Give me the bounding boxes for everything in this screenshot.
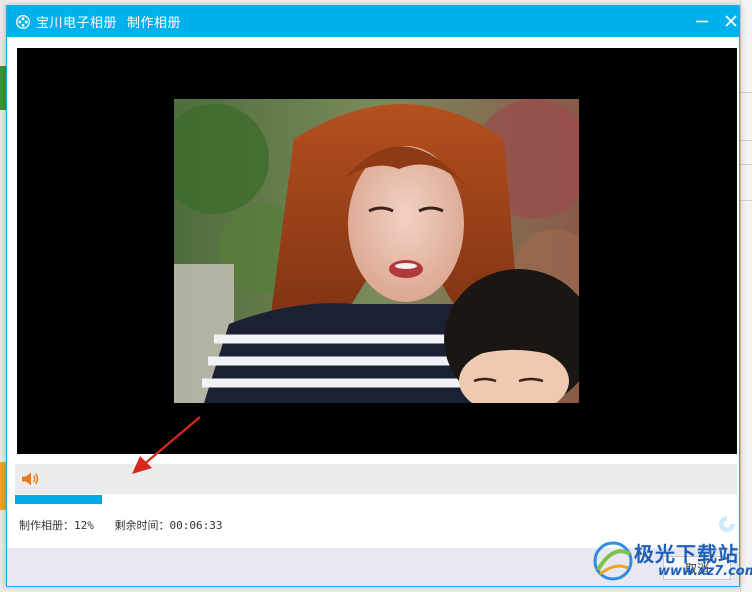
- loading-spinner-icon: [719, 516, 735, 532]
- title-bar[interactable]: 宝川电子相册 制作相册: [7, 6, 739, 37]
- progress-bar: [15, 495, 737, 504]
- audio-bar: [15, 464, 737, 494]
- film-reel-icon: [16, 14, 30, 29]
- watermark-logo-icon: [593, 541, 633, 581]
- minimize-button[interactable]: [694, 13, 710, 29]
- remaining-time-value: 00:06:33: [169, 519, 223, 532]
- progress-value: 12%: [74, 519, 94, 532]
- watermark-text: 极光下载站: [634, 542, 739, 566]
- preview-photo: [174, 99, 579, 403]
- progress-fill: [15, 495, 102, 504]
- progress-status: 制作相册：12% 剩余时间：00:06:33: [19, 517, 236, 533]
- close-button[interactable]: [723, 13, 739, 29]
- video-preview: [17, 48, 737, 454]
- annotation-arrow-icon: [132, 416, 201, 474]
- dialog-title: 制作相册: [127, 16, 182, 31]
- progress-label: 制作相册：: [19, 519, 74, 532]
- watermark: 极光下载站 www.xz7.com: [588, 536, 752, 588]
- speaker-icon[interactable]: [21, 472, 41, 486]
- remaining-time-label: 剩余时间：: [114, 519, 170, 532]
- watermark-url: www.xz7.com: [658, 564, 752, 579]
- background-app-right: [740, 0, 752, 592]
- app-title: 宝川电子相册: [36, 16, 118, 31]
- make-album-dialog: 宝川电子相册 制作相册 制作相册：12% 剩余时间：00:06:33 取消: [6, 5, 740, 587]
